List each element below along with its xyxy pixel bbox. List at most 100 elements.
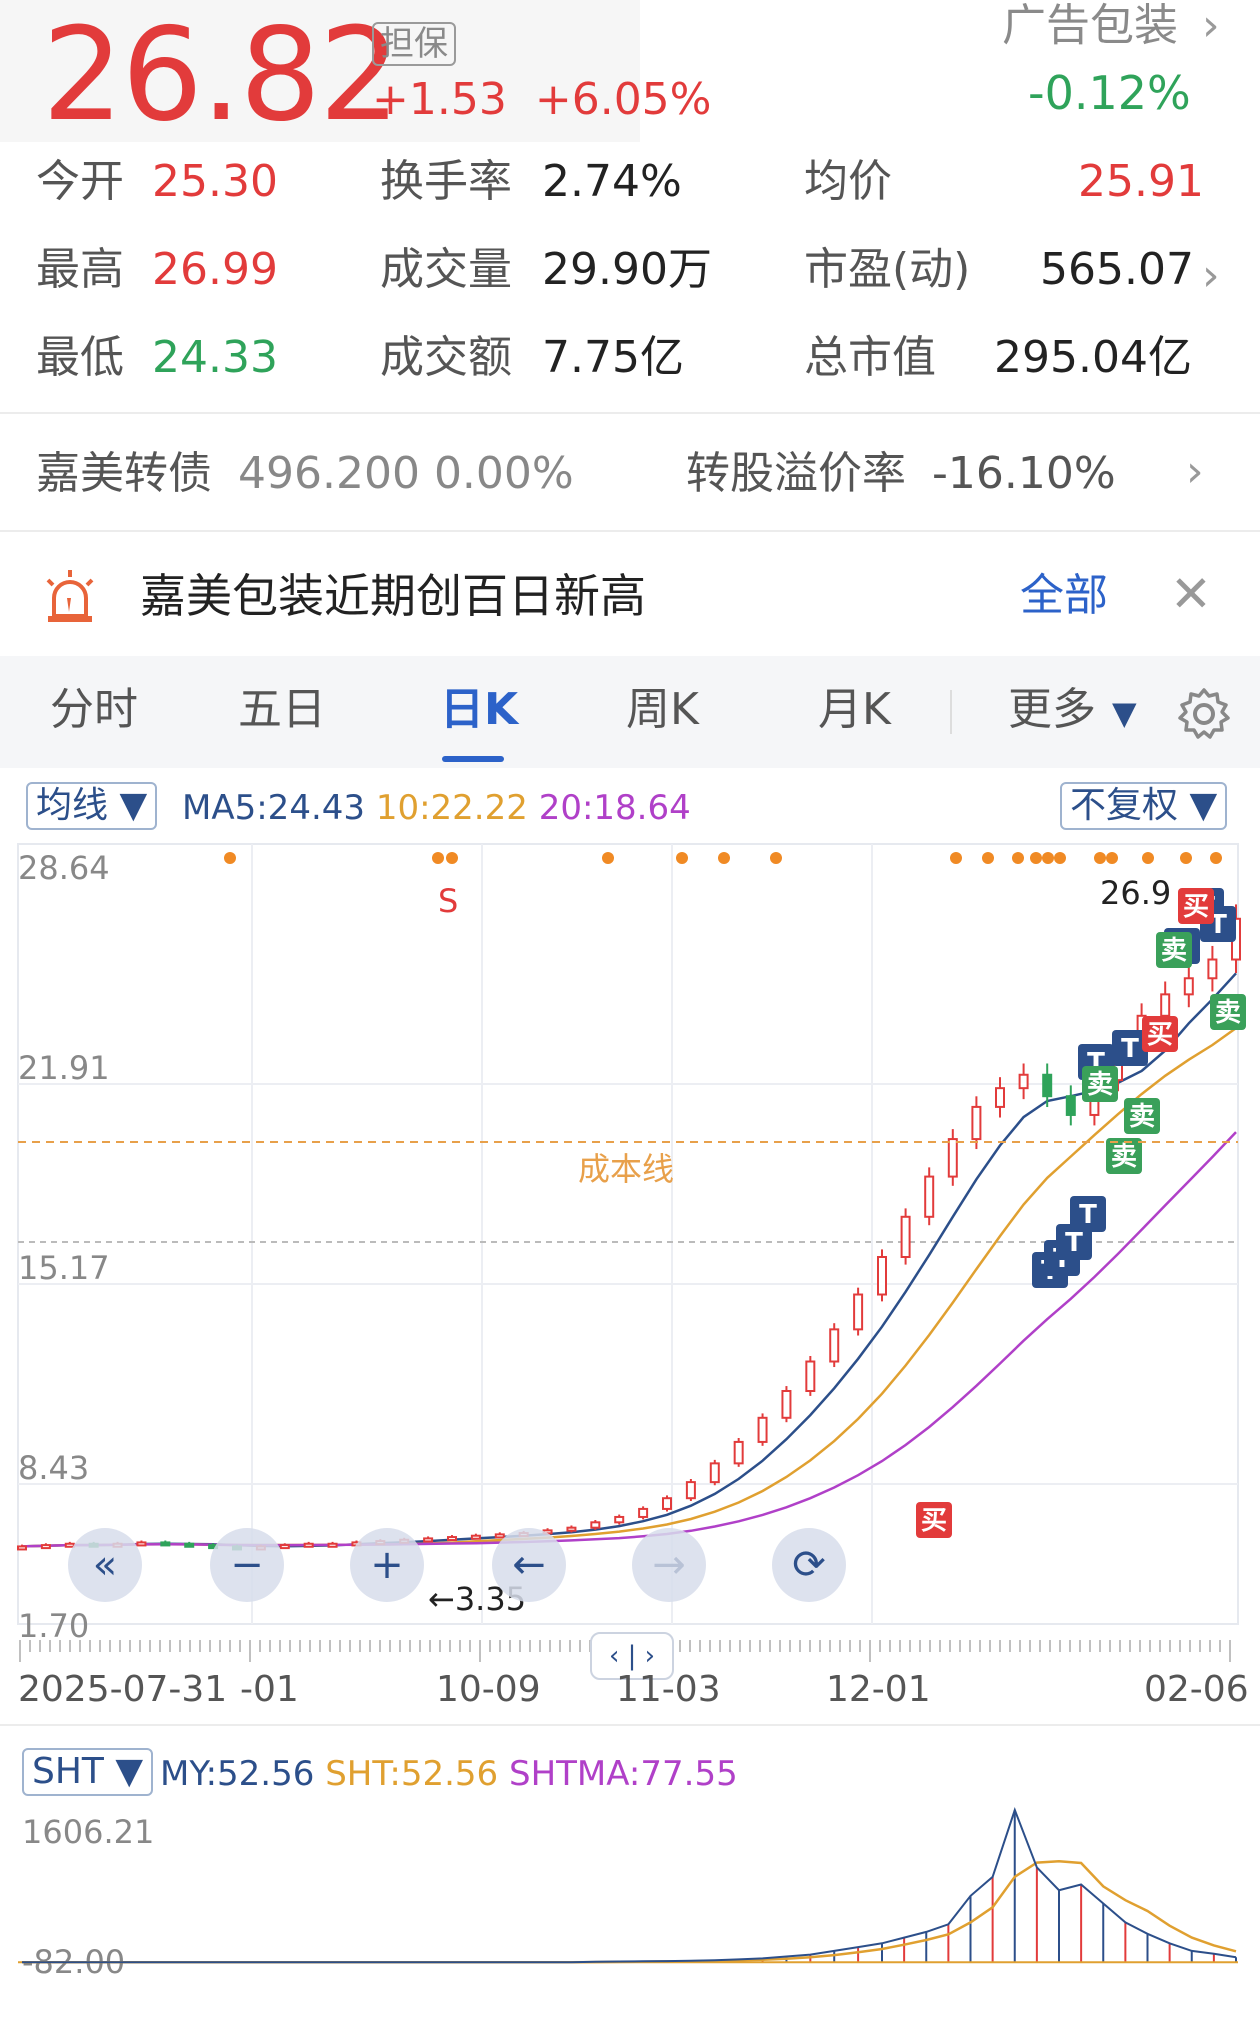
- x-tick-label: -01: [240, 1669, 299, 1710]
- candle-body: [1018, 1073, 1029, 1090]
- t-mark: T: [1079, 1200, 1097, 1230]
- divider: [0, 412, 1260, 414]
- signal-dot: [1094, 852, 1106, 864]
- chevron-right-icon[interactable]: ›: [1202, 250, 1220, 302]
- chart-grid: [17, 843, 1239, 1625]
- back-button[interactable]: ←: [492, 1528, 566, 1602]
- candle-body: [853, 1293, 864, 1331]
- signal-dot: [982, 852, 994, 864]
- signal-dot: [602, 852, 614, 864]
- tab-more[interactable]: 更多 ▼: [1008, 680, 1137, 743]
- signal-dot: [446, 852, 458, 864]
- candle-body: [877, 1255, 887, 1296]
- t-mark: T: [1121, 1034, 1139, 1064]
- open-value: 25.30: [152, 156, 278, 207]
- sub-y-axis-ticks: 1606.21-82.00: [22, 1813, 154, 1981]
- candle-body: [184, 1542, 195, 1548]
- chevron-right-icon[interactable]: ›: [1202, 0, 1220, 52]
- industry-link[interactable]: 广告包装: [1002, 0, 1178, 52]
- caret-down-icon: ▼: [1112, 694, 1137, 732]
- candle-body: [566, 1526, 577, 1532]
- zoom-out-button[interactable]: −: [210, 1528, 284, 1602]
- candle-body: [470, 1534, 481, 1540]
- sell-mark: 卖: [1161, 936, 1187, 966]
- candle-body: [995, 1087, 1005, 1108]
- pe-label[interactable]: 市盈(动): [804, 244, 970, 296]
- tab-monthly-k[interactable]: 月K: [818, 680, 891, 740]
- convertible-bond-value[interactable]: 496.200 0.00%: [238, 448, 574, 500]
- candle-body: [1183, 977, 1194, 996]
- candle-body: [971, 1105, 982, 1141]
- candle-body: [662, 1497, 672, 1510]
- candle-body: [1065, 1095, 1076, 1116]
- forward-button[interactable]: →: [632, 1528, 706, 1602]
- signal-dot: [718, 852, 730, 864]
- chevron-right-icon[interactable]: ›: [1186, 446, 1204, 498]
- tab-five-day[interactable]: 五日: [238, 680, 326, 740]
- candle-body: [303, 1542, 314, 1548]
- signal-dot: [432, 852, 444, 864]
- industry-change: -0.12%: [1028, 66, 1191, 120]
- candle-body: [805, 1360, 816, 1392]
- rotate-screen-button[interactable]: ⟳: [772, 1528, 846, 1602]
- turnover-label: 换手率: [380, 156, 512, 207]
- candle-body: [685, 1481, 696, 1500]
- sub-y-tick-label: 1606.21: [22, 1813, 154, 1851]
- gear-icon[interactable]: [1176, 686, 1232, 742]
- signal-dot: [1030, 852, 1042, 864]
- tab-intraday[interactable]: 分时: [50, 680, 138, 740]
- candle-body: [40, 1544, 51, 1550]
- candle-body: [17, 1545, 27, 1551]
- sell-mark: 卖: [1215, 998, 1241, 1028]
- x-tick-label: 10-09: [436, 1669, 541, 1710]
- candle-body: [757, 1416, 768, 1443]
- conversion-premium-label[interactable]: 转股溢价率: [686, 448, 906, 500]
- conversion-premium-value[interactable]: -16.10%: [932, 448, 1116, 500]
- signal-dot: [770, 852, 782, 864]
- signal-dot: [676, 852, 688, 864]
- low-label: 最低: [36, 332, 124, 383]
- new-high-alert[interactable]: 嘉美包装近期创百日新高: [140, 568, 646, 624]
- tab-weekly-k[interactable]: 周K: [626, 680, 699, 740]
- signal-dot: [950, 852, 962, 864]
- sell-mark: 卖: [1129, 1102, 1155, 1132]
- y-axis-ticks: 28.6421.9115.178.431.70: [18, 849, 110, 1645]
- signal-dot: [1054, 852, 1066, 864]
- candle-body: [1160, 993, 1171, 1017]
- price-change: +1.53 +6.05%: [372, 74, 712, 126]
- close-icon[interactable]: ✕: [1170, 566, 1212, 622]
- candle-body: [160, 1541, 171, 1547]
- candlestick-chart[interactable]: 28.6421.9115.178.431.70 S26.9←3.35TTTTTT…: [0, 772, 1260, 1652]
- signal-dot: [1142, 852, 1154, 864]
- alert-all-button[interactable]: 全部: [1020, 568, 1108, 624]
- convertible-bond-name[interactable]: 嘉美转债: [36, 448, 212, 500]
- y-tick-label: 21.91: [18, 1049, 110, 1087]
- signal-dot: [1180, 852, 1192, 864]
- price-change-pct: +6.05%: [534, 74, 712, 125]
- price-change-abs: +1.53: [372, 74, 507, 125]
- chart-frame: [17, 843, 1239, 1625]
- cost-line-label: 成本线: [578, 1150, 674, 1188]
- tab-daily-k[interactable]: 日K: [440, 680, 518, 740]
- volume-label: 成交量: [380, 244, 512, 295]
- candle-body: [590, 1521, 601, 1529]
- alarm-icon: [46, 570, 94, 622]
- tab-more-label: 更多: [1008, 684, 1096, 735]
- volume-value: 29.90万: [542, 244, 712, 295]
- zoom-in-button[interactable]: +: [350, 1528, 424, 1602]
- rewind-button[interactable]: «: [68, 1528, 142, 1602]
- mcap-label: 总市值: [804, 332, 936, 383]
- tab-separator: [950, 690, 952, 734]
- pe-value[interactable]: 565.07: [1040, 244, 1194, 296]
- buy-mark: 买: [1147, 1020, 1173, 1050]
- signal-dots: [224, 852, 1222, 864]
- sht-indicator-chart[interactable]: 1606.21-82.00: [0, 1738, 1260, 1988]
- signal-dot: [1042, 852, 1054, 864]
- shtma-line: [22, 1859, 1237, 1964]
- s-mark: S: [438, 882, 458, 920]
- candle-body: [709, 1462, 720, 1484]
- candle-body: [1042, 1073, 1053, 1098]
- x-tick-label: 02-06: [1144, 1669, 1249, 1710]
- trade-marks: S26.9←3.35TTTTTTTTT卖卖卖卖卖买买买: [428, 874, 1246, 1618]
- sell-mark: 卖: [1087, 1070, 1113, 1100]
